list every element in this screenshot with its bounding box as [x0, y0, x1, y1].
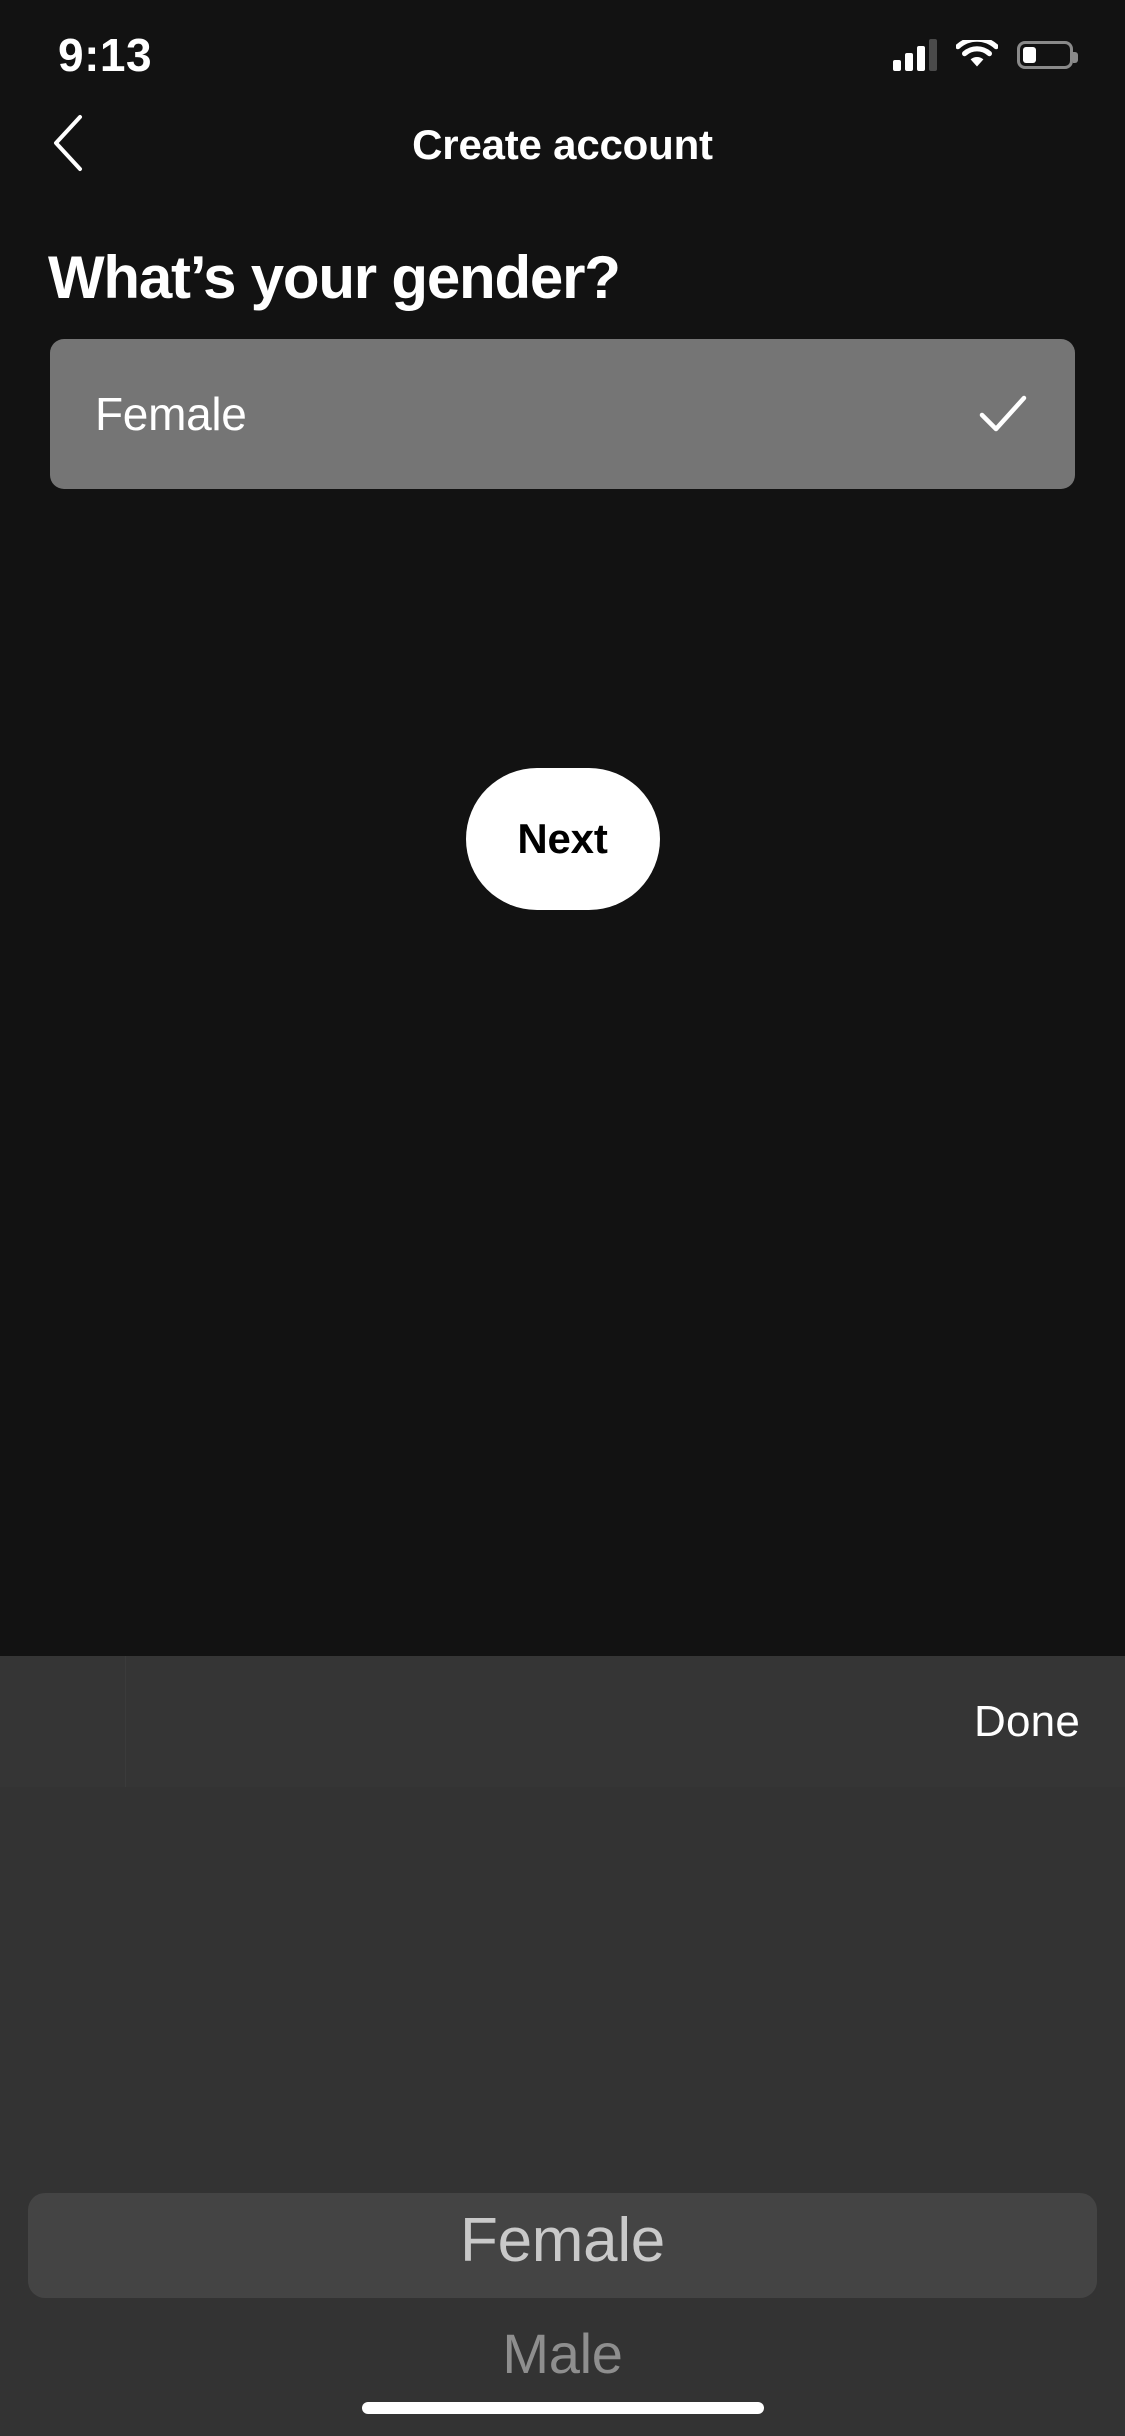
gender-picker-sheet: Done Female Male Non-binary	[0, 1656, 1125, 2436]
picker-option-non-binary[interactable]: Non-binary	[0, 2427, 1125, 2436]
picker-wheel[interactable]: Female Male Non-binary	[0, 1787, 1125, 2436]
gender-select-value: Female	[95, 388, 247, 440]
next-button-wrapper: Next	[0, 768, 1125, 910]
battery-icon	[1017, 41, 1078, 69]
gender-select-field[interactable]: Female	[50, 339, 1075, 489]
checkmark-icon	[973, 384, 1033, 444]
wifi-icon	[956, 39, 998, 71]
picker-toolbar: Done	[0, 1656, 1125, 1787]
page-header-title: Create account	[412, 121, 713, 168]
status-bar-icons	[893, 39, 1078, 71]
cellular-signal-icon	[893, 39, 937, 71]
picker-done-button[interactable]: Done	[974, 1697, 1080, 1747]
page-title: What’s your gender?	[48, 244, 621, 311]
back-button[interactable]	[22, 100, 114, 190]
nav-header: Create account	[0, 100, 1125, 190]
status-bar: 9:13	[0, 0, 1125, 100]
next-button[interactable]: Next	[465, 768, 660, 910]
picker-option-male[interactable]: Male	[0, 2321, 1125, 2386]
app-screen: 9:13 Create account What’s your gender? …	[0, 0, 1125, 2436]
chevron-left-icon	[51, 114, 85, 177]
home-indicator-bar[interactable]	[361, 2402, 764, 2414]
status-bar-time: 9:13	[58, 29, 153, 81]
picker-option-female[interactable]: Female	[0, 2205, 1125, 2276]
main-content: What’s your gender? Female Next	[0, 190, 1125, 910]
